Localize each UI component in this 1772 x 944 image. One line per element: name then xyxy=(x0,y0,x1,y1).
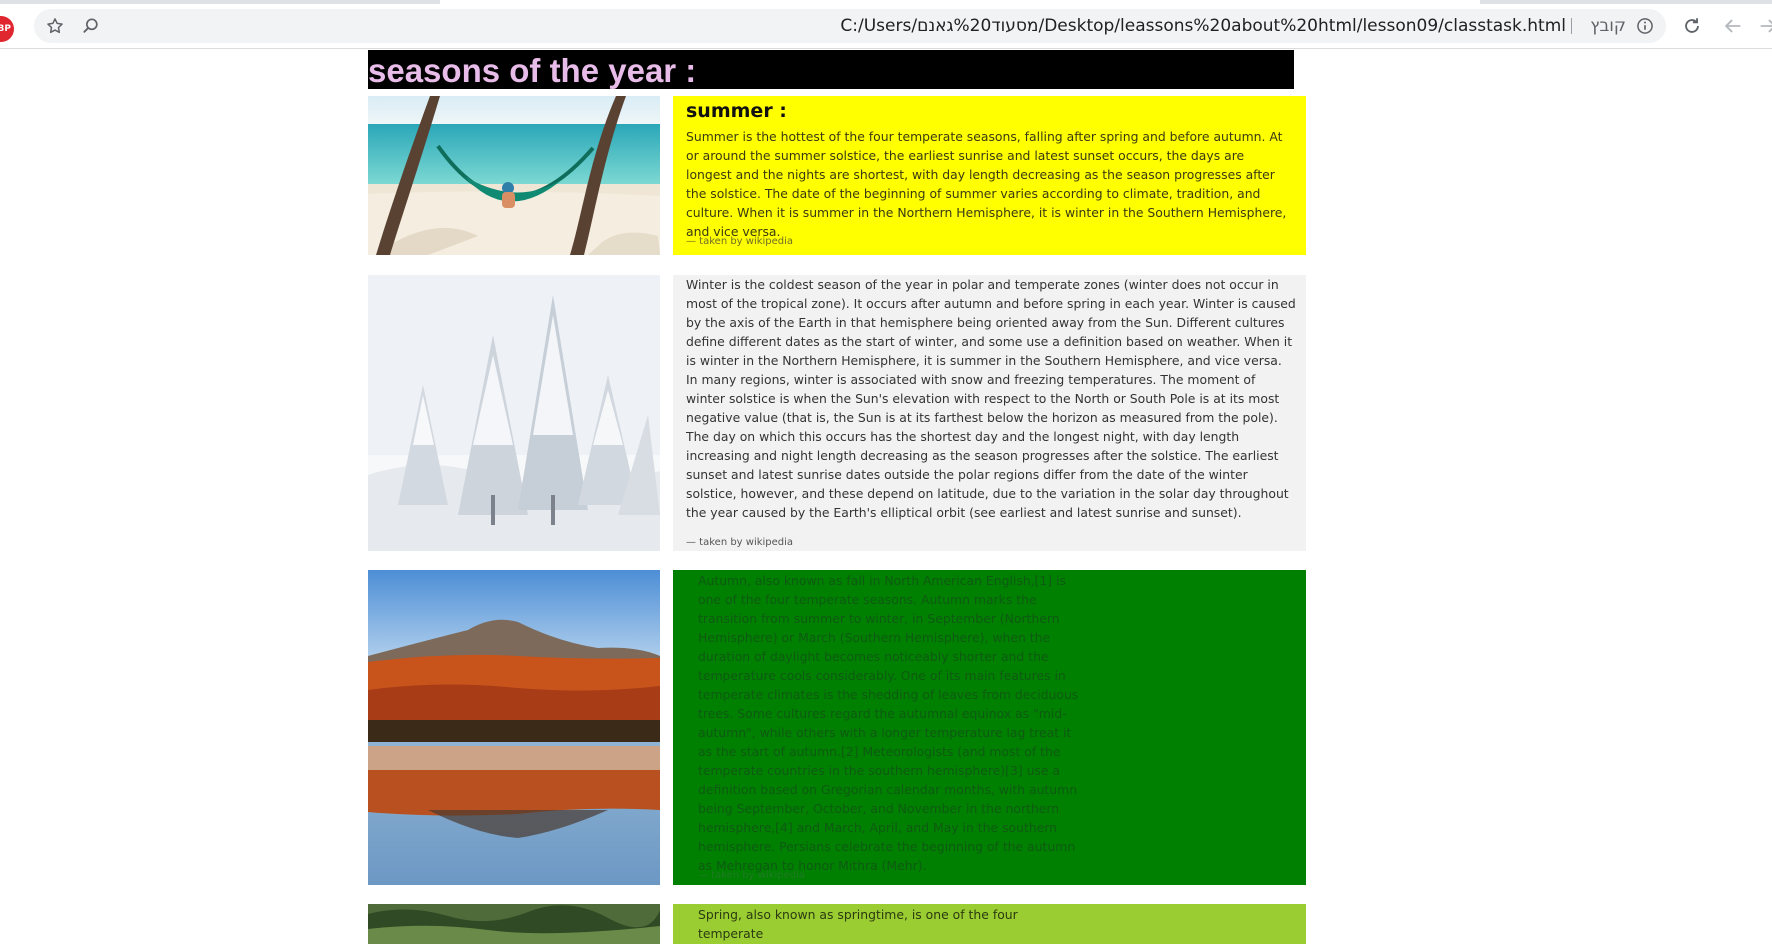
spring-text: Spring, also known as springtime, is one… xyxy=(698,907,1018,941)
back-icon[interactable] xyxy=(1717,9,1749,43)
address-bar[interactable]: C:/Users/מסעוד%20גאנם/Desktop/leassons%2… xyxy=(34,9,1666,43)
adblock-extension-icon[interactable]: ABP xyxy=(0,16,14,42)
summer-panel: summer : Summer is the hottest of the fo… xyxy=(673,96,1306,255)
spring-panel: Spring, also known as springtime, is one… xyxy=(673,904,1306,944)
spring-image xyxy=(368,904,660,944)
summer-citation: — taken by wikipedia xyxy=(686,236,794,247)
winter-panel: Winter is the coldest season of the year… xyxy=(673,275,1306,551)
file-scheme-label: קובץ xyxy=(1590,16,1626,36)
summer-heading: summer : xyxy=(686,100,787,122)
page-title: seasons of the year : xyxy=(368,50,1294,89)
browser-toolbar: ABP C:/Users/מסעוד%20גאנם/Desktop/leasso… xyxy=(0,4,1772,49)
star-icon[interactable] xyxy=(40,9,70,43)
autumn-citation: — taken by wikipedia xyxy=(698,870,806,881)
reload-icon[interactable] xyxy=(1676,9,1708,43)
adblock-label: ABP xyxy=(0,24,11,34)
autumn-text: Autumn, also known as fall in North Amer… xyxy=(698,573,1079,873)
forward-icon[interactable] xyxy=(1752,9,1772,43)
autumn-image xyxy=(368,570,660,885)
info-icon[interactable] xyxy=(1630,9,1660,43)
summer-image xyxy=(368,96,660,255)
url-text[interactable]: C:/Users/מסעוד%20גאנם/Desktop/leassons%2… xyxy=(840,9,1566,43)
autumn-panel: Autumn, also known as fall in North Amer… xyxy=(673,570,1306,885)
summer-text: Summer is the hottest of the four temper… xyxy=(686,129,1287,239)
address-separator xyxy=(1571,18,1572,34)
winter-text: Winter is the coldest season of the year… xyxy=(686,277,1296,520)
winter-citation: — taken by wikipedia xyxy=(686,537,794,548)
search-icon[interactable] xyxy=(76,9,106,43)
winter-image xyxy=(368,275,660,551)
